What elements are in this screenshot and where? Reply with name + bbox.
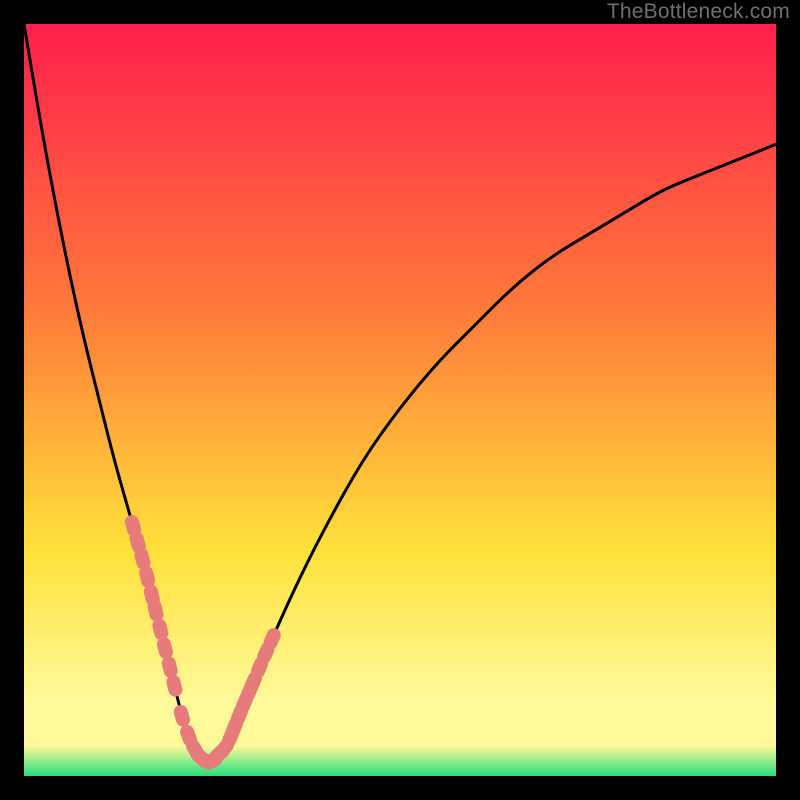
plot-area	[24, 24, 776, 776]
gradient-background	[24, 24, 776, 776]
chart-frame: TheBottleneck.com	[0, 0, 800, 800]
watermark-text: TheBottleneck.com	[607, 0, 790, 24]
plot-svg	[24, 24, 776, 776]
